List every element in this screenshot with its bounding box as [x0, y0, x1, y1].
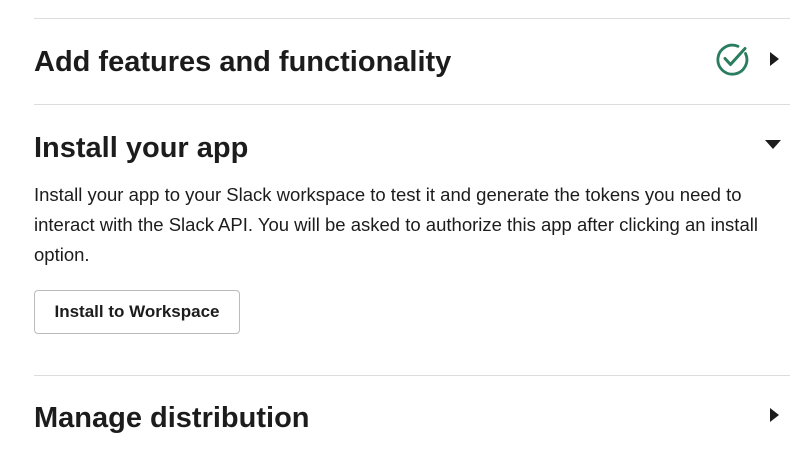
section-divider	[34, 375, 790, 376]
caret-right-icon[interactable]	[766, 51, 782, 67]
section-divider	[34, 104, 790, 105]
check-circle-icon	[716, 43, 749, 76]
install-description: Install your app to your Slack workspace…	[34, 184, 758, 265]
section-title-distribution: Manage distribution	[34, 402, 310, 434]
section-title-install: Install your app	[34, 132, 249, 164]
install-to-workspace-button[interactable]: Install to Workspace	[34, 290, 240, 334]
caret-down-icon[interactable]	[765, 137, 781, 153]
section-title-features: Add features and functionality	[34, 46, 452, 78]
caret-right-icon[interactable]	[766, 407, 782, 423]
top-divider	[34, 18, 790, 19]
